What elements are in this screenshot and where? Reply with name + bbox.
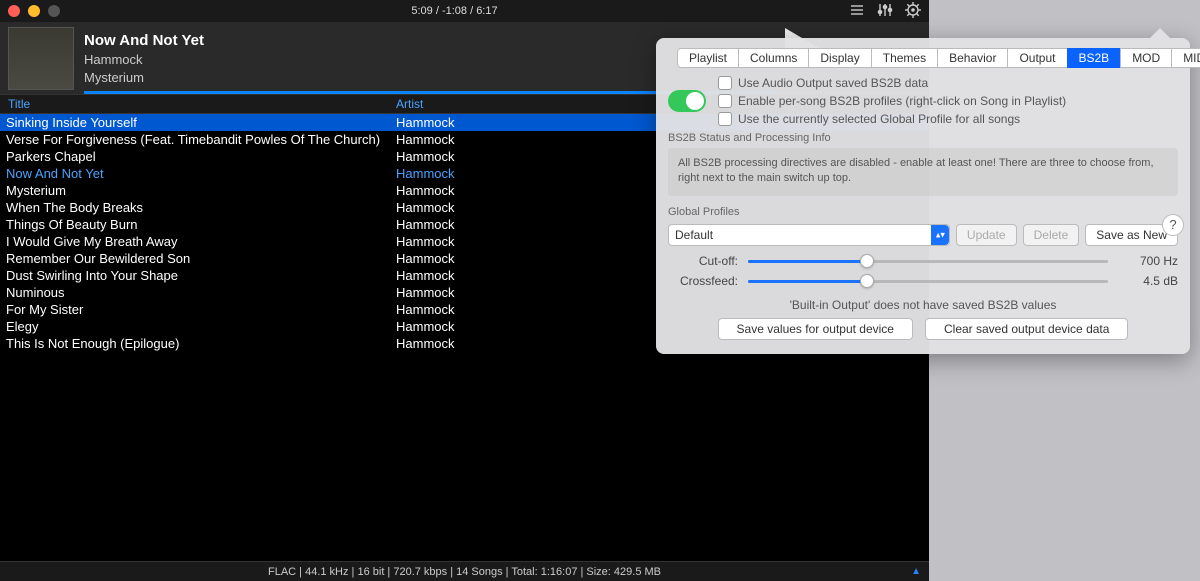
cutoff-value: 700 Hz [1118,254,1178,268]
preferences-popover: PlaylistColumnsDisplayThemesBehaviorOutp… [656,38,1190,354]
close-icon[interactable] [8,5,20,17]
crossfeed-value: 4.5 dB [1118,274,1178,288]
track-title-cell: Dust Swirling Into Your Shape [0,268,392,283]
tab-output[interactable]: Output [1007,48,1067,68]
bs2b-options: Use Audio Output saved BS2B data Enable p… [718,76,1066,126]
tab-midi[interactable]: MIDI [1171,48,1200,68]
equalizer-icon[interactable] [877,3,893,20]
disclosure-icon[interactable]: ▲ [911,566,921,577]
statusbar: FLAC | 44.1 kHz | 16 bit | 720.7 kbps | … [0,561,929,581]
delete-button[interactable]: Delete [1023,224,1080,246]
slider-thumb[interactable] [860,254,874,268]
gear-icon[interactable] [905,2,921,21]
track-title-cell: Parkers Chapel [0,149,392,164]
track-title-cell: Now And Not Yet [0,166,392,181]
track-title-cell: Sinking Inside Yourself [0,115,392,130]
header-title[interactable]: Title [0,97,392,111]
tab-playlist[interactable]: Playlist [677,48,739,68]
tab-mod[interactable]: MOD [1120,48,1172,68]
checkbox-label: Enable per-song BS2B profiles (right-cli… [738,94,1066,108]
checkbox-label: Use Audio Output saved BS2B data [738,76,928,90]
dropdown-value: Default [675,228,713,242]
track-title-cell: Remember Our Bewildered Son [0,251,392,266]
track-title-cell: Things Of Beauty Burn [0,217,392,232]
bs2b-master-toggle[interactable] [668,90,706,112]
checkbox[interactable] [718,94,732,108]
tab-columns[interactable]: Columns [738,48,809,68]
track-title: Now And Not Yet [84,32,204,49]
crossfeed-slider[interactable] [748,280,1108,283]
album-art[interactable] [8,27,74,90]
track-title-cell: Elegy [0,319,392,334]
list-icon[interactable] [849,3,865,20]
status-text: FLAC | 44.1 kHz | 16 bit | 720.7 kbps | … [268,566,661,578]
status-section-label: BS2B Status and Processing Info [668,132,1178,144]
track-title-cell: Verse For Forgiveness (Feat. Timebandit … [0,132,392,147]
cutoff-label: Cut-off: [668,254,738,268]
track-artist: Hammock [84,52,204,67]
checkbox-row[interactable]: Use Audio Output saved BS2B data [718,76,1066,90]
playback-time: 5:09 / -1:08 / 6:17 [60,5,849,17]
checkbox[interactable] [718,112,732,126]
slider-thumb[interactable] [860,274,874,288]
tab-display[interactable]: Display [808,48,871,68]
tab-behavior[interactable]: Behavior [937,48,1008,68]
profiles-section-label: Global Profiles [668,206,1178,218]
crossfeed-label: Crossfeed: [668,274,738,288]
track-title-cell: Mysterium [0,183,392,198]
titlebar: 5:09 / -1:08 / 6:17 [0,0,929,22]
checkbox-label: Use the currently selected Global Profil… [738,112,1020,126]
track-title-cell: Numinous [0,285,392,300]
zoom-icon[interactable] [48,5,60,17]
clear-device-button[interactable]: Clear saved output device data [925,318,1128,340]
track-title-cell: I Would Give My Breath Away [0,234,392,249]
track-title-cell: This Is Not Enough (Epilogue) [0,336,392,351]
bs2b-info-box: All BS2B processing directives are disab… [668,148,1178,196]
minimize-icon[interactable] [28,5,40,17]
help-button[interactable]: ? [1162,214,1184,236]
track-title-cell: When The Body Breaks [0,200,392,215]
info-text: All BS2B processing directives are disab… [678,157,1154,184]
track-album: Mysterium [84,70,204,85]
profile-dropdown[interactable]: Default ▴▾ [668,224,950,246]
chevron-updown-icon: ▴▾ [936,230,945,241]
save-device-button[interactable]: Save values for output device [718,318,913,340]
window-controls [8,5,60,17]
checkbox-row[interactable]: Use the currently selected Global Profil… [718,112,1066,126]
checkbox-row[interactable]: Enable per-song BS2B profiles (right-cli… [718,94,1066,108]
update-button[interactable]: Update [956,224,1017,246]
tab-themes[interactable]: Themes [871,48,938,68]
checkbox[interactable] [718,76,732,90]
cutoff-slider[interactable] [748,260,1108,263]
track-title-cell: For My Sister [0,302,392,317]
tab-bs2b[interactable]: BS2B [1067,48,1122,68]
device-notice: 'Built-in Output' does not have saved BS… [668,298,1178,312]
prefs-tabs: PlaylistColumnsDisplayThemesBehaviorOutp… [678,48,1178,68]
